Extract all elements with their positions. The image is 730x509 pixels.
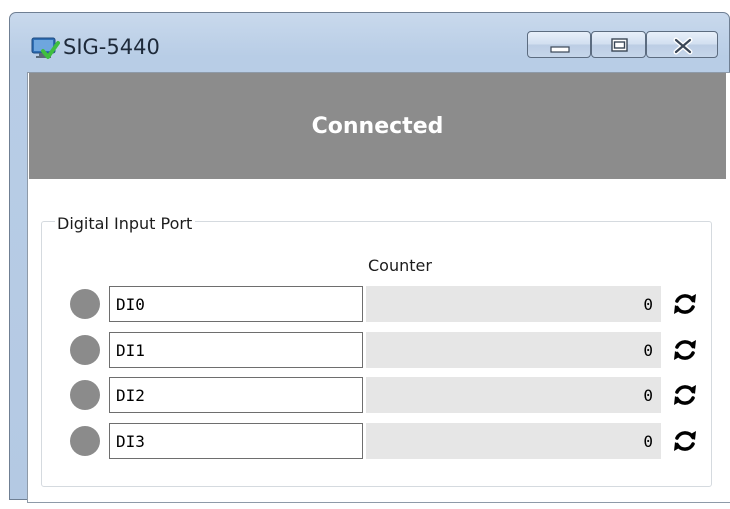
reset-counter-icon[interactable] [670, 380, 700, 410]
window-title: SIG-5440 [63, 35, 160, 59]
counter-value: 0 [366, 423, 661, 459]
port-name-input[interactable] [109, 377, 363, 413]
port-status-led [70, 380, 100, 410]
port-status-led [70, 289, 100, 319]
reset-counter-icon[interactable] [670, 289, 700, 319]
reset-counter-icon[interactable] [670, 426, 700, 456]
port-name-input[interactable] [109, 286, 363, 322]
port-status-led [70, 335, 100, 365]
app-window: SIG-5440 Connected Digital Input Port Co… [9, 12, 730, 503]
reset-counter-icon[interactable] [670, 335, 700, 365]
connection-status-banner: Connected [29, 73, 726, 179]
counter-value: 0 [366, 332, 661, 368]
minimize-button[interactable] [527, 31, 591, 58]
monitor-check-icon [31, 37, 60, 59]
port-status-led [70, 426, 100, 456]
client-area: Connected Digital Input Port Counter 0 0 [27, 72, 730, 503]
maximize-button[interactable] [591, 31, 646, 58]
counter-value: 0 [366, 377, 661, 413]
counter-column-header: Counter [368, 256, 432, 275]
minimize-icon [550, 46, 570, 53]
close-icon [673, 37, 693, 55]
title-bar[interactable]: SIG-5440 [10, 13, 729, 73]
close-button[interactable] [646, 31, 718, 58]
counter-value: 0 [366, 286, 661, 322]
port-name-input[interactable] [109, 423, 363, 459]
maximize-icon [611, 38, 628, 52]
port-name-input[interactable] [109, 332, 363, 368]
digital-input-group-title: Digital Input Port [55, 214, 196, 233]
